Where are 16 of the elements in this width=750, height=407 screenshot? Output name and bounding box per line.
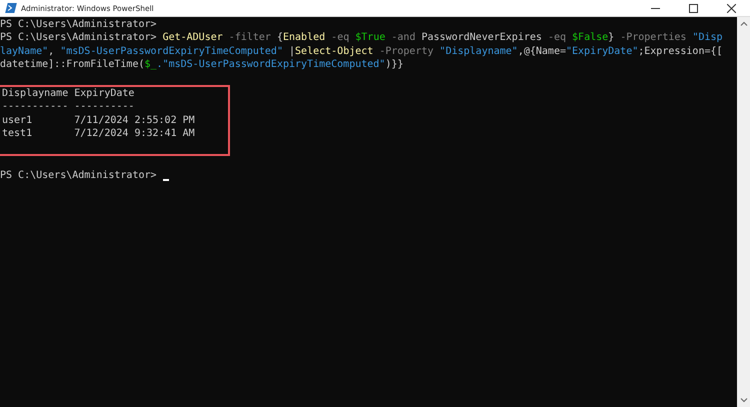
- output-line: user1 7/11/2024 2:55:02 PM: [2, 114, 195, 128]
- scrollbar[interactable]: [737, 17, 750, 407]
- console-line: PS C:\Users\Administrator> Get-ADUser -filter {Enabled -eq $True -and PasswordNeverExpires -eq $False} -Properties "Disp: [0, 31, 723, 45]
- output-line: ----------- ----------: [2, 100, 134, 114]
- scroll-down-icon[interactable]: [740, 398, 748, 403]
- close-icon: [726, 4, 736, 12]
- maximize-icon: [688, 4, 698, 12]
- output-line: Displayname ExpiryDate: [2, 86, 134, 100]
- scroll-up-icon[interactable]: [740, 21, 748, 26]
- text-cursor: [162, 178, 169, 181]
- console-line: PS C:\Users\Administrator>: [0, 18, 157, 32]
- prompt-text: PS C:\Users\Administrator>: [0, 169, 158, 183]
- console-line: datetime]::FromFileTime($_."msDS-UserPasswordExpiryTimeComputed")}}: [0, 58, 404, 72]
- output-line: test1 7/12/2024 9:32:41 AM: [2, 127, 195, 141]
- console-line: layName", "msDS-UserPasswordExpiryTimeComputed" |Select-Object -Property "Displayname",@{Name="ExpiryDate";Expression={[: [0, 44, 723, 58]
- powershell-icon: [5, 3, 17, 13]
